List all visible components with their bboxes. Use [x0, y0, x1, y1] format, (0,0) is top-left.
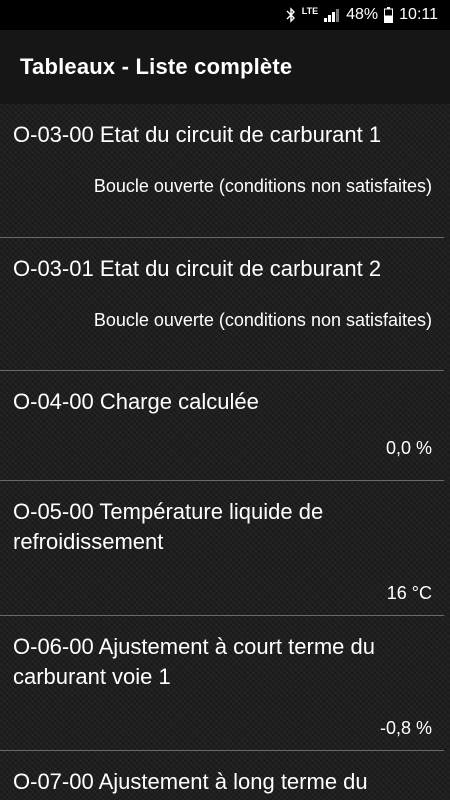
battery-icon [384, 7, 394, 23]
app-bar: Tableaux - Liste complète [0, 30, 450, 104]
bluetooth-icon [286, 7, 296, 23]
parameter-value: Boucle ouverte (conditions non satisfait… [93, 176, 432, 196]
list-item[interactable]: O-06-00 Ajustement à court terme du carb… [0, 616, 444, 751]
screen: LTE 48% 10:11 Tableaux - Liste complète … [0, 0, 450, 800]
list-item[interactable]: O-07-00 Ajustement à long terme du carbu… [0, 751, 444, 800]
parameter-name: O-03-00 Etat du circuit de carburant 1 [13, 122, 382, 147]
list-item[interactable]: O-04-00 Charge calculée 0,0 % [0, 371, 444, 481]
page-title: Tableaux - Liste complète [20, 54, 293, 79]
parameter-value: 16 °C [386, 583, 432, 603]
status-bar: LTE 48% 10:11 [0, 0, 450, 30]
parameter-name: O-05-00 Température liquide de refroidis… [13, 499, 324, 554]
parameter-list: O-03-00 Etat du circuit de carburant 1 B… [0, 104, 450, 800]
parameter-value: Boucle ouverte (conditions non satisfait… [93, 310, 432, 330]
parameter-name: O-06-00 Ajustement à court terme du carb… [13, 634, 375, 689]
parameter-name: O-04-00 Charge calculée [13, 389, 259, 414]
network-type-label: LTE [301, 6, 319, 16]
signal-icon [324, 8, 340, 22]
parameter-value: -0,8 % [379, 718, 432, 738]
clock: 10:11 [399, 6, 438, 23]
list-item[interactable]: O-03-01 Etat du circuit de carburant 2 B… [0, 238, 444, 371]
list-item[interactable]: O-05-00 Température liquide de refroidis… [0, 481, 444, 616]
parameter-name: O-03-01 Etat du circuit de carburant 2 [13, 256, 382, 281]
list-item[interactable]: O-03-00 Etat du circuit de carburant 1 B… [0, 104, 444, 238]
battery-percent: 48% [346, 6, 379, 23]
parameter-value: 0,0 % [385, 438, 432, 458]
parameter-name: O-07-00 Ajustement à long terme du carbu… [13, 769, 368, 800]
